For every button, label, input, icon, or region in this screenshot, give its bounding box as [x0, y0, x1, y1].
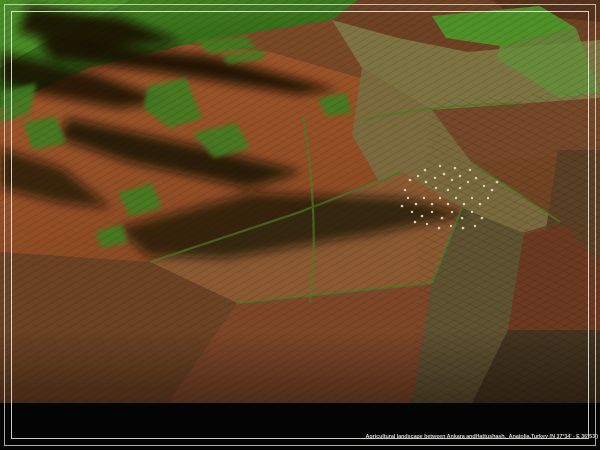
aerial-photo — [0, 0, 600, 403]
caption-title: Agricultural landscape between Ankara an… — [366, 434, 598, 441]
wallpaper: Agricultural landscape between Ankara an… — [0, 0, 600, 450]
photo-caption: Agricultural landscape between Ankara an… — [366, 398, 598, 450]
